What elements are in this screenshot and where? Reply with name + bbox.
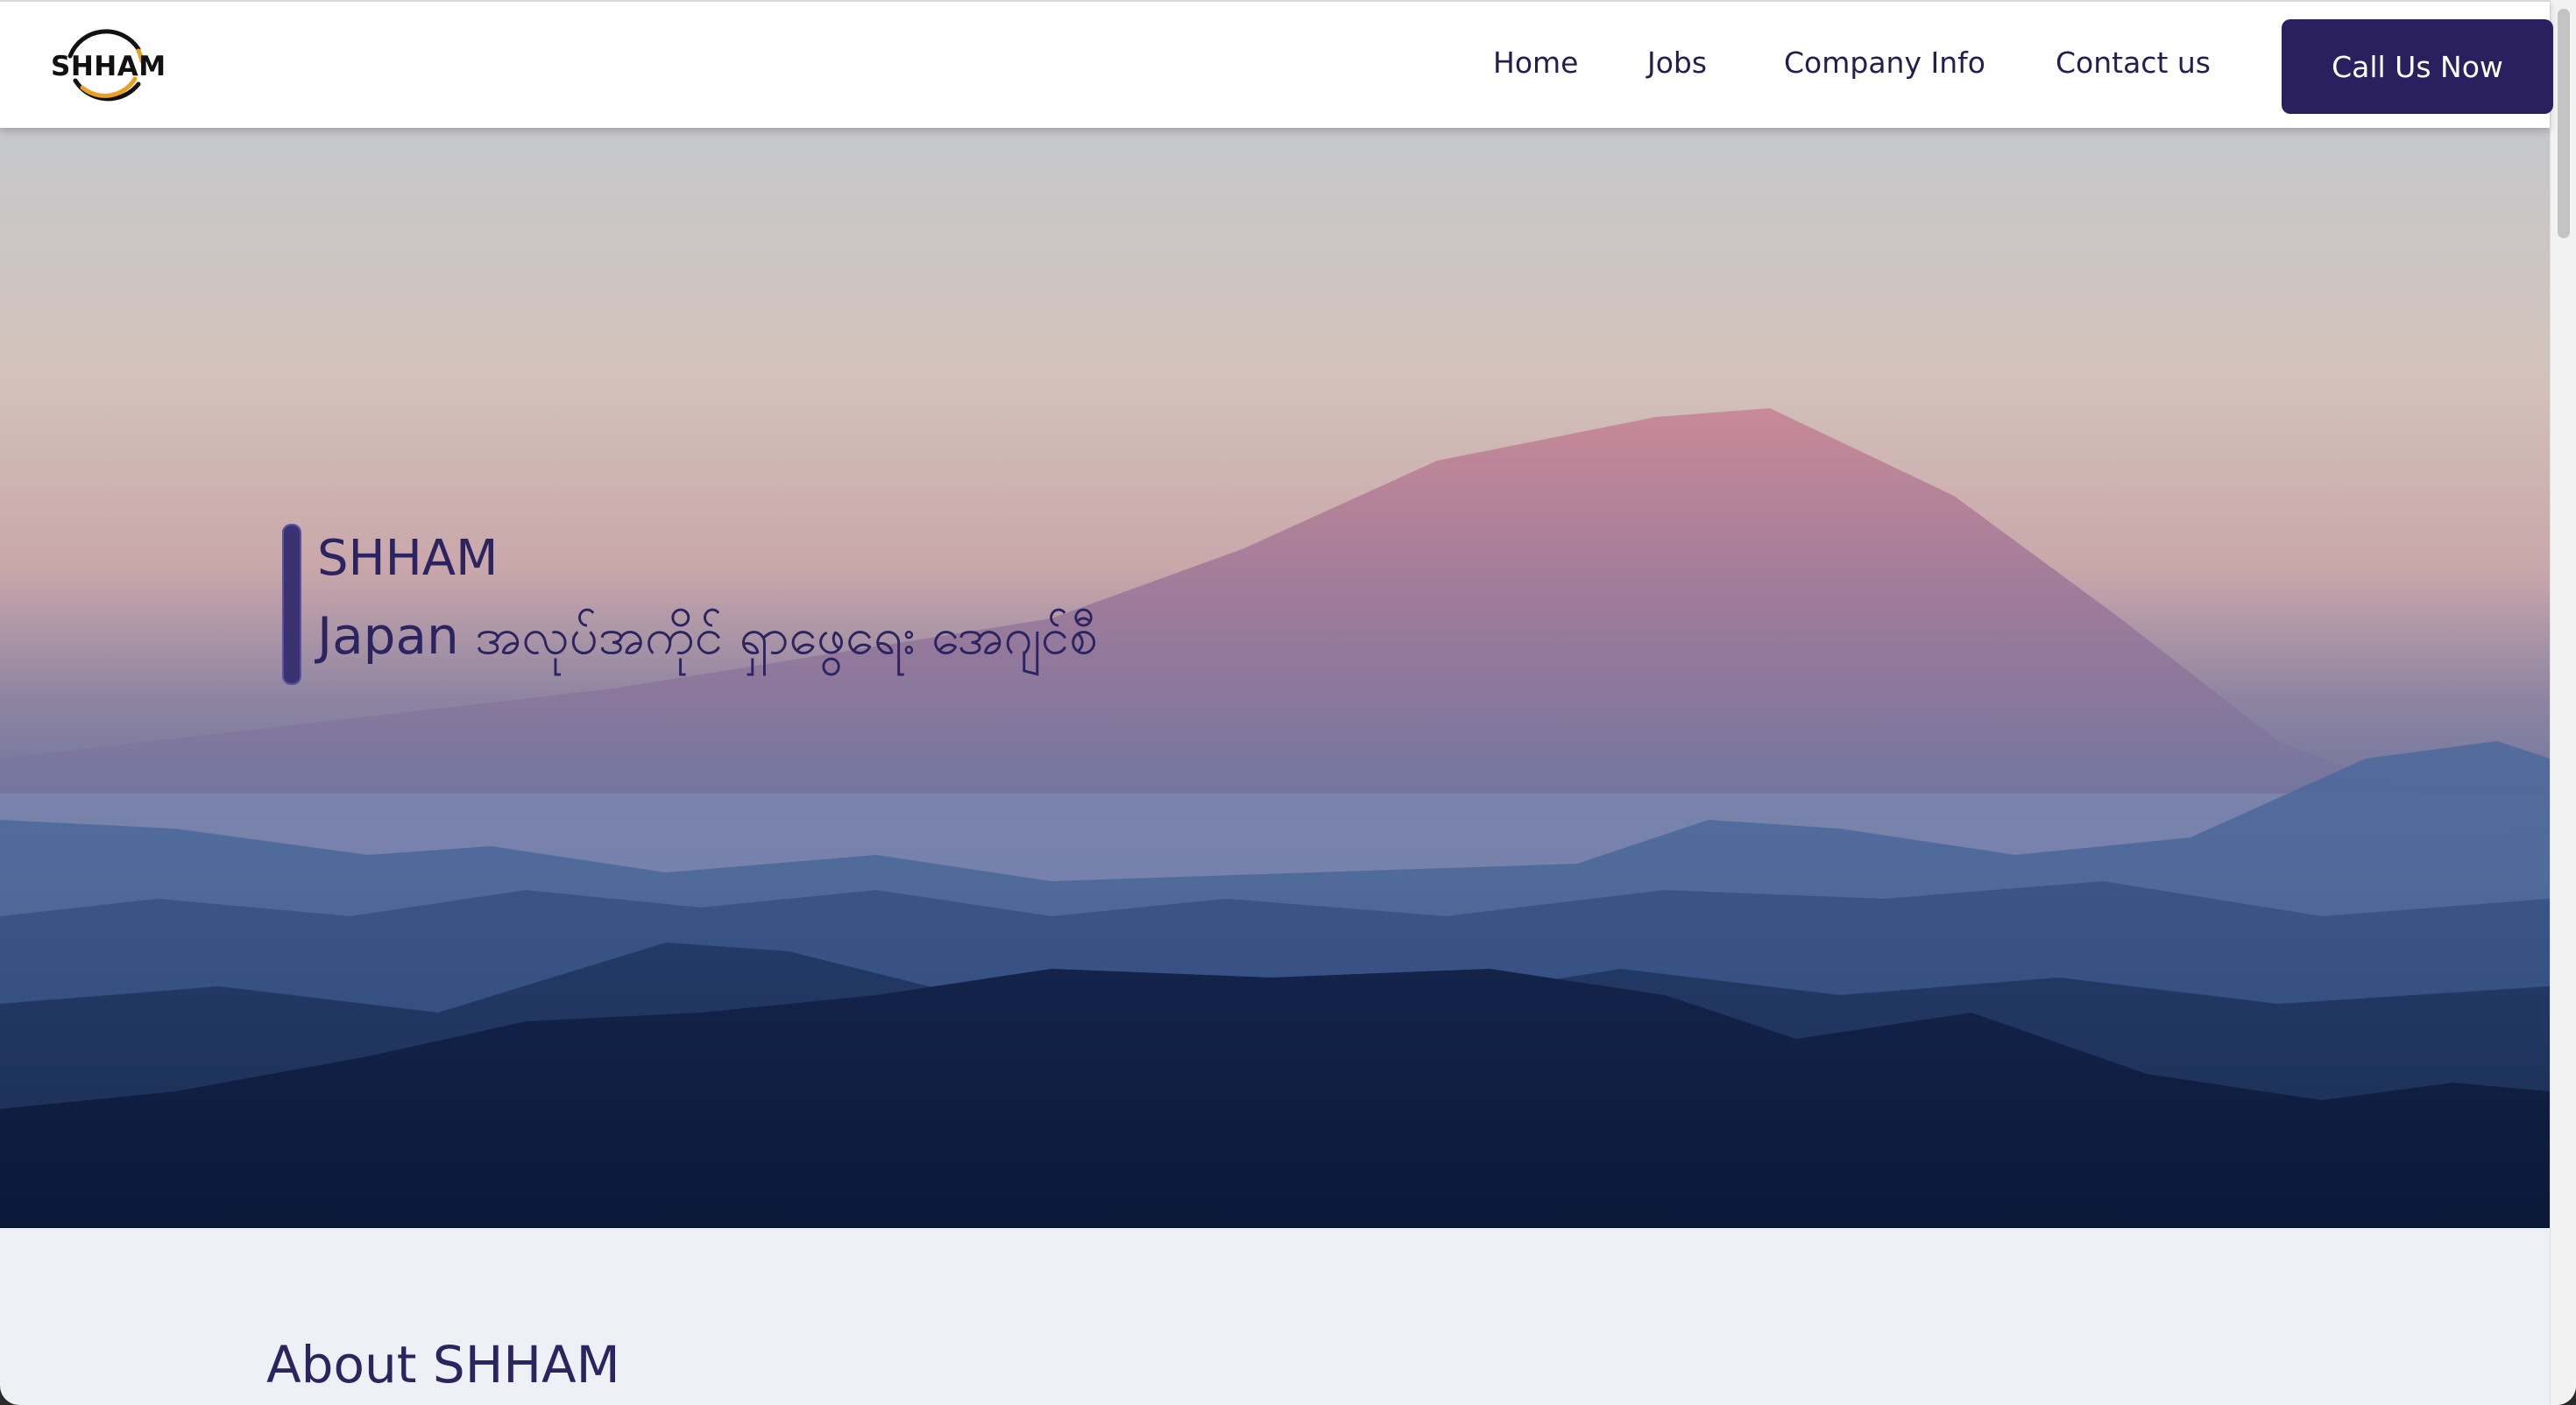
nav-home[interactable]: Home bbox=[1493, 46, 1578, 80]
main-nav: Home Jobs Company Info Contact us bbox=[0, 2, 2550, 130]
browser-viewport: SHHAM Home Jobs Company Info Contact us … bbox=[0, 0, 2576, 1405]
hero-accent-bar bbox=[282, 524, 301, 685]
hero-subtitle: Japan အလုပ်အကိုင် ရှာဖွေရေး အေဂျင်စီ bbox=[317, 606, 1098, 666]
hero-text-block: SHHAM Japan အလုပ်အကိုင် ရှာဖွေရေး အေဂျင်… bbox=[282, 524, 1098, 685]
mount-fuji-background-image bbox=[0, 128, 2550, 1228]
hero-title: SHHAM bbox=[317, 530, 499, 587]
nav-contact-us[interactable]: Contact us bbox=[2056, 46, 2211, 80]
page-scrollbar[interactable] bbox=[2550, 0, 2576, 1405]
about-heading: About SHHAM bbox=[266, 1335, 620, 1394]
site-header: SHHAM Home Jobs Company Info Contact us … bbox=[0, 0, 2553, 130]
nav-jobs[interactable]: Jobs bbox=[1647, 46, 1707, 80]
hero-section: SHHAM Japan အလုပ်အကိုင် ရှာဖွေရေး အေဂျင်… bbox=[0, 128, 2550, 1228]
nav-company-info[interactable]: Company Info bbox=[1784, 46, 1985, 80]
scrollbar-thumb[interactable] bbox=[2558, 9, 2570, 238]
call-us-now-button[interactable]: Call Us Now bbox=[2282, 19, 2553, 114]
